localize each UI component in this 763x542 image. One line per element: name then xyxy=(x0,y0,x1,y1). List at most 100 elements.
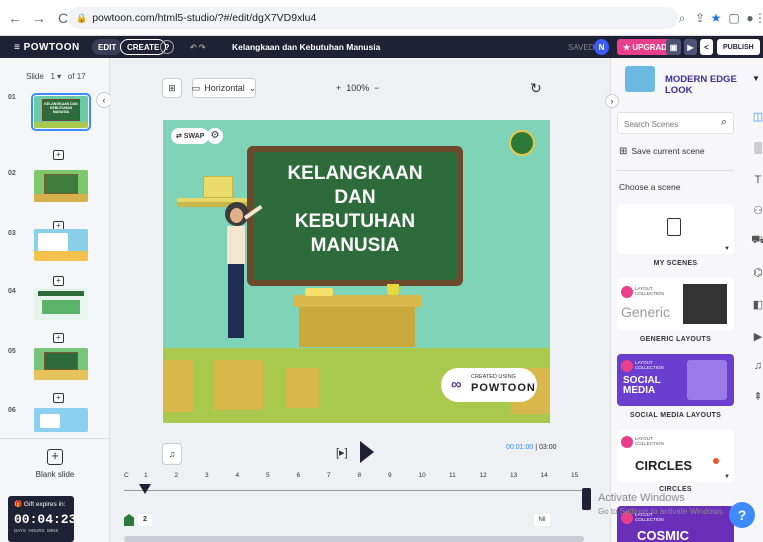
share-icon[interactable]: < xyxy=(700,39,713,55)
media-tab-icon[interactable]: ◧ xyxy=(751,298,763,312)
swap-button[interactable]: ⇄ SWAP xyxy=(171,128,210,144)
slide-total: of 17 xyxy=(67,72,86,81)
layout-collection-icon xyxy=(621,360,633,372)
refresh-scene-icon[interactable]: ↻ xyxy=(530,80,542,97)
layout-collection-icon xyxy=(621,286,633,298)
search-scenes[interactable]: ⌕ xyxy=(617,112,734,134)
add-slide-after-icon[interactable]: + xyxy=(53,333,64,343)
powtoon-watermark: ∞ CREATED USING POWTOON xyxy=(441,368,537,402)
slide-number: 01 xyxy=(8,94,16,101)
slide-scene[interactable]: KELANGKAAN DAN KEBUTUHAN MANUSIA ⇄ SWAP … xyxy=(163,120,550,423)
music-icon[interactable]: ♫ xyxy=(162,443,182,465)
scenes-tab-icon[interactable]: ◫ xyxy=(751,110,763,124)
slide-thumbnail-02[interactable] xyxy=(34,170,88,202)
chevron-down-icon: ⌄ xyxy=(248,82,257,93)
bookmark-star-icon[interactable]: ★ xyxy=(708,10,724,26)
zoom-control[interactable]: + 100% − xyxy=(336,83,380,93)
zoom-icon[interactable]: ⌕ xyxy=(674,10,690,26)
social-media-card[interactable]: LAYOUT COLLECTION SOCIAL MEDIA xyxy=(617,354,734,406)
countdown-units: DAYS HOURS MINS xyxy=(14,528,59,533)
edit-button[interactable]: EDIT xyxy=(92,39,123,55)
timeline-line xyxy=(124,490,584,491)
undo-redo-icons[interactable]: ↶ ↷ xyxy=(184,39,212,55)
timeline-tick: 10 xyxy=(418,472,426,479)
address-bar[interactable]: 🔒 powtoon.com/html5-studio/?#/edit/dgX7V… xyxy=(68,7,678,29)
step-play-icon[interactable]: [▸] xyxy=(336,446,348,459)
props-tab-icon[interactable]: ⛟ xyxy=(751,234,763,248)
play-preview-icon[interactable]: ▶ xyxy=(684,39,697,55)
teacher-pants xyxy=(228,264,244,338)
app-logo[interactable]: ≡ POWTOON xyxy=(14,42,80,53)
shapes-tab-icon[interactable]: ⌬ xyxy=(751,266,763,280)
slide-counter: Slide 1 ▾ of 17 xyxy=(26,72,86,81)
collapse-right-icon[interactable]: › xyxy=(605,94,619,108)
add-slide-after-icon[interactable]: + xyxy=(53,150,64,160)
timeline-tick: 6 xyxy=(296,472,301,479)
tab-icon[interactable]: ▢ xyxy=(726,10,742,26)
slide-thumbnail-06[interactable] xyxy=(34,408,88,432)
layout-collection-icon xyxy=(621,436,633,448)
my-scenes-label: MY SCENES xyxy=(653,260,698,267)
share-icon[interactable]: ⇪ xyxy=(692,10,708,26)
blank-slide-label[interactable]: Blank slide xyxy=(0,470,110,479)
layer-end: Nil xyxy=(534,514,550,526)
scenes-panel: › MODERN EDGE LOOK ▼ ⌕ ⊞Save current sce… xyxy=(605,58,763,542)
my-scenes-card[interactable]: ▼ xyxy=(617,204,734,254)
project-title[interactable]: Kelangkaan dan Kebutuhan Manusia xyxy=(226,39,386,55)
blank-slide-icon[interactable]: + xyxy=(47,449,63,465)
layout-collection-label: LAYOUT COLLECTION xyxy=(635,286,664,296)
forward-icon[interactable]: → xyxy=(30,9,48,27)
chair-small xyxy=(285,368,319,408)
add-slide-after-icon[interactable]: + xyxy=(53,276,64,286)
back-icon[interactable]: ← xyxy=(6,9,24,27)
teacher-face xyxy=(230,208,243,223)
text-tab-icon[interactable]: T xyxy=(751,174,763,188)
help-icon[interactable]: ? xyxy=(160,40,174,54)
present-icon[interactable]: ▣ xyxy=(666,39,681,55)
total-duration: 03:00 xyxy=(538,444,557,451)
chair-center xyxy=(213,360,263,410)
search-icon[interactable]: ⌕ xyxy=(721,116,727,129)
social-preview xyxy=(687,360,727,400)
circles-card[interactable]: LAYOUT COLLECTION CIRCLES ▼ xyxy=(617,430,734,482)
board-line-1: KELANGKAAN xyxy=(287,163,423,184)
slide-select[interactable]: 1 ▾ xyxy=(50,72,61,81)
music-tab-icon[interactable]: ♫ xyxy=(751,360,763,374)
powtoon-logo-icon: ∞ xyxy=(451,376,462,393)
gear-icon[interactable]: ⚙ xyxy=(207,128,223,144)
chair-left xyxy=(163,360,193,412)
characters-tab-icon[interactable]: ⚇ xyxy=(751,204,763,218)
gift-timer-box: 🎁 Gift expires in: 00:04:23 DAYS HOURS M… xyxy=(8,496,76,542)
playhead-marker[interactable] xyxy=(139,484,151,494)
upload-tab-icon[interactable]: ⇞ xyxy=(751,390,763,404)
user-avatar[interactable]: N xyxy=(594,39,609,55)
timeline-tick: 14 xyxy=(540,472,548,479)
menu-dots-icon[interactable]: ⋮ xyxy=(754,10,763,26)
publish-button[interactable]: PUBLISH xyxy=(717,39,760,55)
orientation-icon: ▭ xyxy=(191,82,201,93)
timeline-end-handle[interactable] xyxy=(582,488,591,510)
slide-thumbnail-03[interactable] xyxy=(34,229,88,261)
slide-thumbnail-01[interactable]: KELANGKAAN DAN KEBUTUHAN MANUSIA xyxy=(31,93,91,131)
cup xyxy=(387,284,399,295)
timeline-ruler[interactable]: C 1 2 3 4 5 6 7 8 9 10 11 12 13 14 15 xyxy=(124,472,584,486)
generic-layouts-card[interactable]: LAYOUT COLLECTION Generic xyxy=(617,278,734,330)
style-dropdown-icon[interactable]: ▼ xyxy=(752,74,760,83)
video-tab-icon[interactable]: ▶ xyxy=(751,330,763,344)
grid-icon[interactable]: ⊞ xyxy=(162,78,182,98)
add-slide-after-icon[interactable]: + xyxy=(53,393,64,403)
style-title[interactable]: MODERN EDGE LOOK xyxy=(665,74,763,96)
chevron-down-icon: ▼ xyxy=(724,474,730,480)
slide-thumbnail-04[interactable] xyxy=(34,288,88,320)
search-input[interactable] xyxy=(624,117,712,131)
timeline-tick: 5 xyxy=(266,472,270,479)
slide-thumbnail-05[interactable] xyxy=(34,348,88,380)
backgrounds-tab-icon[interactable]: ▒ xyxy=(751,142,763,156)
generic-preview xyxy=(683,284,727,324)
browser-toolbar: ← → C 🔒 powtoon.com/html5-studio/?#/edit… xyxy=(0,0,763,36)
save-scene-button[interactable]: ⊞ Save current scene xyxy=(619,146,705,157)
timeline-tick: 8 xyxy=(357,472,362,479)
horizontal-scrollbar[interactable] xyxy=(124,536,584,542)
play-button[interactable] xyxy=(360,441,374,463)
orientation-select[interactable]: ▭ Horizontal ⌄ xyxy=(192,78,256,98)
